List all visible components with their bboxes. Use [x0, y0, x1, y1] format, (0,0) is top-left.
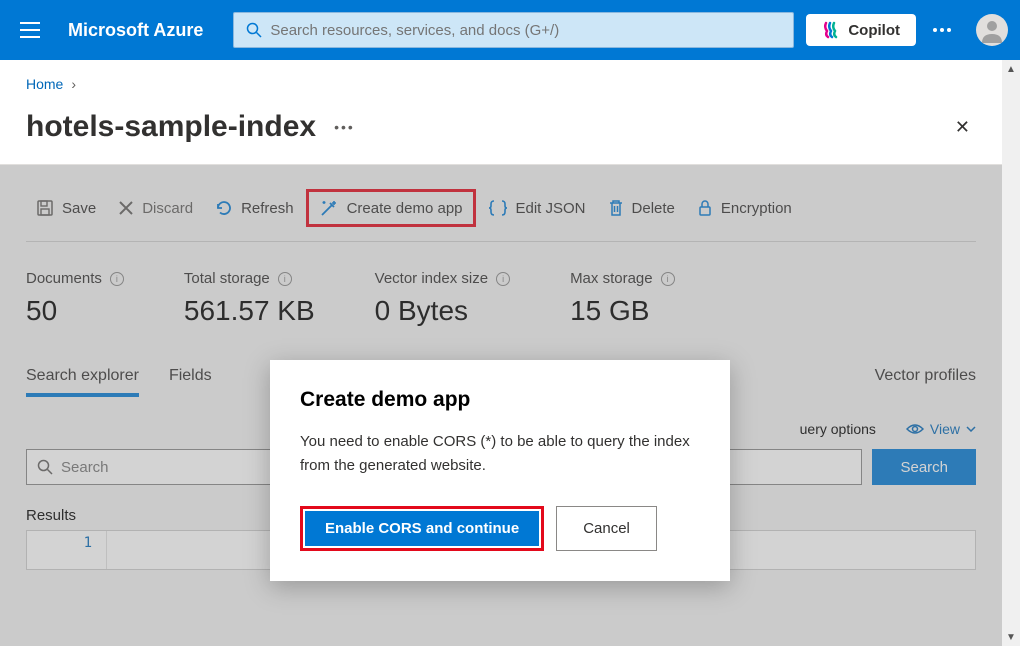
- encryption-button[interactable]: Encryption: [687, 195, 802, 221]
- json-braces-icon: [488, 199, 508, 217]
- create-demo-app-button[interactable]: Create demo app: [306, 189, 476, 227]
- stats-row: Documents i 50 Total storage i 561.57 KB V…: [26, 270, 976, 327]
- tab-search-explorer[interactable]: Search explorer: [26, 367, 139, 397]
- view-button[interactable]: View: [906, 421, 976, 437]
- info-icon[interactable]: i: [110, 272, 124, 286]
- tab-fields[interactable]: Fields: [169, 367, 212, 397]
- command-bar: Save Discard Refresh Create demo app Edi…: [26, 189, 976, 242]
- menu-toggle[interactable]: [12, 14, 48, 46]
- scroll-down-icon[interactable]: ▼: [1002, 628, 1020, 646]
- global-search-input[interactable]: [270, 22, 781, 39]
- info-icon[interactable]: i: [661, 272, 675, 286]
- documents-value: 50: [26, 295, 124, 327]
- line-number: 1: [27, 531, 107, 569]
- hamburger-icon: [20, 22, 40, 38]
- refresh-icon: [215, 199, 233, 217]
- refresh-label: Refresh: [241, 200, 294, 217]
- edit-json-label: Edit JSON: [516, 200, 586, 217]
- stat-max-storage: Max storage i 15 GB: [570, 270, 675, 327]
- stat-vector-index: Vector index size i 0 Bytes: [375, 270, 510, 327]
- lock-icon: [697, 199, 713, 217]
- page-scrollbar[interactable]: ▲ ▼: [1002, 60, 1020, 646]
- documents-label: Documents: [26, 270, 102, 287]
- breadcrumb-home[interactable]: Home: [26, 76, 63, 92]
- discard-icon: [118, 200, 134, 216]
- dots-icon: [932, 27, 952, 33]
- discard-button[interactable]: Discard: [108, 196, 203, 221]
- brand-label[interactable]: Microsoft Azure: [68, 20, 203, 41]
- scrollbar-track[interactable]: [1002, 78, 1020, 628]
- global-header: Microsoft Azure Copilot: [0, 0, 1020, 60]
- enable-cors-button[interactable]: Enable CORS and continue: [305, 511, 539, 546]
- avatar-icon: [979, 17, 1005, 43]
- delete-label: Delete: [632, 200, 675, 217]
- copilot-label: Copilot: [848, 22, 900, 39]
- edit-json-button[interactable]: Edit JSON: [478, 195, 596, 221]
- max-storage-value: 15 GB: [570, 295, 675, 327]
- create-demo-app-label: Create demo app: [347, 200, 463, 217]
- page-title: hotels-sample-index: [26, 110, 316, 144]
- copilot-button[interactable]: Copilot: [806, 14, 916, 46]
- title-more-button[interactable]: •••: [334, 119, 355, 135]
- scroll-up-icon[interactable]: ▲: [1002, 60, 1020, 78]
- query-options-label: uery options: [800, 421, 876, 437]
- vector-index-value: 0 Bytes: [375, 295, 510, 327]
- delete-button[interactable]: Delete: [598, 195, 685, 221]
- more-button[interactable]: [916, 17, 968, 43]
- tab-vector-profiles[interactable]: Vector profiles: [875, 367, 976, 397]
- save-button[interactable]: Save: [26, 195, 106, 221]
- vector-index-label: Vector index size: [375, 270, 488, 287]
- refresh-button[interactable]: Refresh: [205, 195, 304, 221]
- chevron-down-icon: [966, 426, 976, 432]
- save-label: Save: [62, 200, 96, 217]
- eye-icon: [906, 423, 924, 435]
- trash-icon: [608, 199, 624, 217]
- modal-title: Create demo app: [300, 388, 700, 412]
- copilot-icon: [822, 21, 840, 39]
- create-demo-app-modal: Create demo app You need to enable CORS …: [270, 360, 730, 581]
- stat-documents: Documents i 50: [26, 270, 124, 327]
- total-storage-value: 561.57 KB: [184, 295, 315, 327]
- stat-total-storage: Total storage i 561.57 KB: [184, 270, 315, 327]
- search-icon: [37, 459, 53, 475]
- info-icon[interactable]: i: [496, 272, 510, 286]
- info-icon[interactable]: i: [278, 272, 292, 286]
- max-storage-label: Max storage: [570, 270, 653, 287]
- discard-label: Discard: [142, 200, 193, 217]
- query-options-button[interactable]: uery options: [800, 421, 876, 437]
- encryption-label: Encryption: [721, 200, 792, 217]
- user-avatar[interactable]: [976, 14, 1008, 46]
- search-button[interactable]: Search: [872, 449, 976, 485]
- save-icon: [36, 199, 54, 217]
- close-button[interactable]: ✕: [949, 111, 976, 144]
- modal-body: You need to enable CORS (*) to be able t…: [300, 430, 700, 478]
- global-search[interactable]: [233, 12, 794, 48]
- total-storage-label: Total storage: [184, 270, 270, 287]
- breadcrumb: Home ›: [26, 76, 976, 92]
- view-label: View: [930, 421, 960, 437]
- cancel-button[interactable]: Cancel: [556, 506, 657, 551]
- chevron-right-icon: ›: [71, 76, 76, 92]
- magic-wand-icon: [319, 198, 339, 218]
- search-icon: [246, 22, 262, 38]
